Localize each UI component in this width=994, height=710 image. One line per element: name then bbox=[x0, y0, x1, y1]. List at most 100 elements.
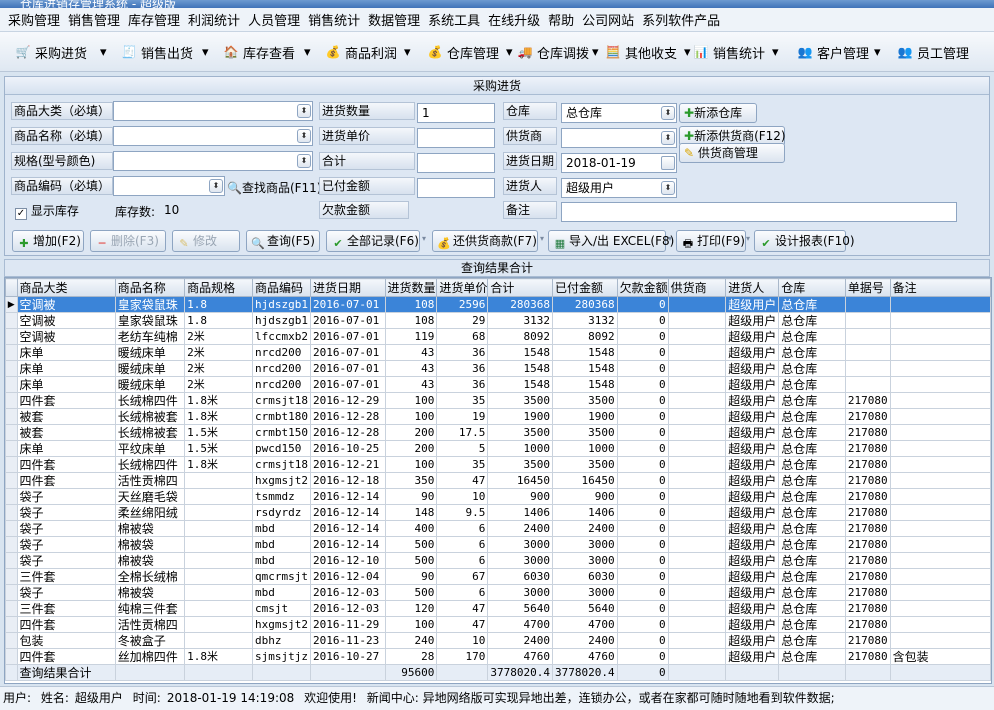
profit-button[interactable]: 💰 商品利润 bbox=[324, 37, 398, 67]
supplier-debt-button[interactable]: 💰 还供货商款(F7) bbox=[432, 230, 538, 252]
column-header[interactable]: 进货数量 bbox=[384, 278, 438, 297]
cell[interactable]: 240 bbox=[384, 632, 438, 649]
supplier-select[interactable]: ⬍ bbox=[561, 128, 677, 148]
cell[interactable]: 总仓库 bbox=[778, 472, 846, 489]
cell[interactable]: 天丝磨毛袋 bbox=[114, 488, 186, 505]
cell[interactable]: 3000 bbox=[552, 536, 618, 553]
menu-upgrade[interactable]: 在线升级 bbox=[486, 10, 546, 29]
cell[interactable]: 超级用户 bbox=[725, 456, 780, 473]
cell[interactable]: 900 bbox=[487, 488, 554, 505]
column-header[interactable]: 已付金额 bbox=[552, 278, 618, 297]
cell[interactable]: mbd bbox=[251, 584, 311, 601]
cell[interactable] bbox=[889, 520, 991, 537]
cell[interactable]: 空调被 bbox=[16, 328, 116, 345]
cell[interactable] bbox=[667, 504, 727, 521]
cell[interactable]: 2米 bbox=[184, 328, 253, 345]
cell[interactable]: 217080 bbox=[844, 456, 891, 473]
date-picker[interactable]: 2018-01-19 bbox=[561, 153, 677, 173]
row-indicator[interactable] bbox=[5, 408, 18, 425]
spec-select[interactable]: ⬍ bbox=[113, 151, 313, 171]
cell[interactable]: 119 bbox=[384, 328, 438, 345]
cell[interactable]: 100 bbox=[384, 408, 438, 425]
cell[interactable]: 超级用户 bbox=[725, 504, 780, 521]
cell[interactable]: 6030 bbox=[552, 568, 618, 585]
cell[interactable]: 148 bbox=[384, 504, 438, 521]
cell[interactable]: 1000 bbox=[552, 440, 618, 457]
cell[interactable]: 床单 bbox=[16, 376, 116, 393]
cell[interactable]: 床单 bbox=[16, 440, 116, 457]
cell[interactable]: 36 bbox=[436, 376, 489, 393]
cell[interactable]: 包装 bbox=[16, 632, 116, 649]
cell[interactable]: 16450 bbox=[552, 472, 618, 489]
cell[interactable] bbox=[667, 296, 727, 313]
cell[interactable]: 8092 bbox=[552, 328, 618, 345]
cell[interactable]: 总仓库 bbox=[778, 296, 846, 313]
row-indicator[interactable] bbox=[5, 504, 18, 521]
buyer-select[interactable]: 超级用户 ⬍ bbox=[561, 178, 677, 198]
cell[interactable] bbox=[667, 568, 727, 585]
cell[interactable]: 超级用户 bbox=[725, 440, 780, 457]
cell[interactable] bbox=[309, 664, 386, 681]
cell[interactable]: 1900 bbox=[487, 408, 554, 425]
table-row[interactable]: 被套 长绒棉被套 1.8米 crmbt180 2016-12-28 100 19 1900 19… bbox=[5, 408, 991, 425]
row-indicator[interactable] bbox=[5, 328, 18, 345]
cell[interactable]: 纯棉三件套 bbox=[114, 600, 186, 617]
cell[interactable] bbox=[889, 664, 991, 681]
menu-profit[interactable]: 利润统计 bbox=[186, 10, 246, 29]
cell[interactable]: 2016-10-27 bbox=[309, 648, 386, 665]
cell[interactable]: 棉被袋 bbox=[114, 536, 186, 553]
menu-sales-stats[interactable]: 销售统计 bbox=[306, 10, 366, 29]
cell[interactable]: 1548 bbox=[487, 376, 554, 393]
cell[interactable]: 1.8米 bbox=[184, 392, 253, 409]
cell[interactable]: mbd bbox=[251, 552, 311, 569]
sales-out-dropdown-arrow[interactable]: ▾ bbox=[202, 37, 209, 67]
cell[interactable] bbox=[184, 536, 253, 553]
cell[interactable]: 四件套 bbox=[16, 456, 116, 473]
cell[interactable]: 0 bbox=[616, 296, 669, 313]
sales-stat-button[interactable]: 📊 销售统计 bbox=[692, 37, 766, 67]
cell[interactable]: 90 bbox=[384, 568, 438, 585]
cell[interactable]: 2016-12-03 bbox=[309, 600, 386, 617]
cell[interactable]: 100 bbox=[384, 456, 438, 473]
cell[interactable] bbox=[251, 664, 311, 681]
cell[interactable]: 4760 bbox=[552, 648, 618, 665]
row-indicator[interactable] bbox=[5, 536, 18, 553]
cell[interactable] bbox=[436, 664, 489, 681]
column-header[interactable]: 合计 bbox=[487, 278, 554, 297]
cell[interactable]: 超级用户 bbox=[725, 536, 780, 553]
cell[interactable]: nrcd200 bbox=[251, 344, 311, 361]
cell[interactable]: 被套 bbox=[16, 408, 116, 425]
qty-input[interactable]: 1 bbox=[417, 103, 495, 123]
find-product-button[interactable]: 🔍查找商品(F11) bbox=[227, 179, 322, 196]
cell[interactable]: 袋子 bbox=[16, 536, 116, 553]
cell[interactable]: 217080 bbox=[844, 552, 891, 569]
table-row[interactable]: 床单 暖绒床单 2米 nrcd200 2016-07-01 43 36 1548 1548 0 超级… bbox=[5, 376, 991, 393]
cell[interactable]: 217080 bbox=[844, 392, 891, 409]
cell[interactable]: 长绒棉四件 bbox=[114, 392, 186, 409]
row-indicator[interactable] bbox=[5, 664, 18, 681]
menu-staff[interactable]: 人员管理 bbox=[246, 10, 306, 29]
cell[interactable]: 超级用户 bbox=[725, 472, 780, 489]
cell[interactable] bbox=[889, 568, 991, 585]
cell[interactable]: 280368 bbox=[487, 296, 554, 313]
cell[interactable]: crmbt150 bbox=[251, 424, 311, 441]
cell[interactable]: rsdyrdz bbox=[251, 504, 311, 521]
cell[interactable]: 2016-07-01 bbox=[309, 344, 386, 361]
cell[interactable]: 0 bbox=[616, 536, 669, 553]
row-indicator[interactable] bbox=[5, 552, 18, 569]
cell[interactable] bbox=[667, 408, 727, 425]
warehouse-select[interactable]: 总仓库 ⬍ bbox=[561, 103, 677, 123]
cell[interactable]: 47 bbox=[436, 616, 489, 633]
cell[interactable]: 0 bbox=[616, 488, 669, 505]
cell[interactable]: 400 bbox=[384, 520, 438, 537]
excel-dropdown-arrow[interactable]: ▾ bbox=[668, 234, 672, 243]
cell[interactable]: 总仓库 bbox=[778, 632, 846, 649]
cell[interactable]: 超级用户 bbox=[725, 312, 780, 329]
table-row[interactable]: 袋子 棉被袋 mbd 2016-12-14 500 6 3000 3000 0 超级用户 总仓库 21… bbox=[5, 536, 991, 553]
row-indicator[interactable] bbox=[5, 392, 18, 409]
cell[interactable]: 长绒棉四件 bbox=[114, 456, 186, 473]
row-indicator[interactable] bbox=[5, 312, 18, 329]
cell[interactable] bbox=[667, 424, 727, 441]
cell[interactable]: 3500 bbox=[552, 424, 618, 441]
cell[interactable]: 平纹床单 bbox=[114, 440, 186, 457]
